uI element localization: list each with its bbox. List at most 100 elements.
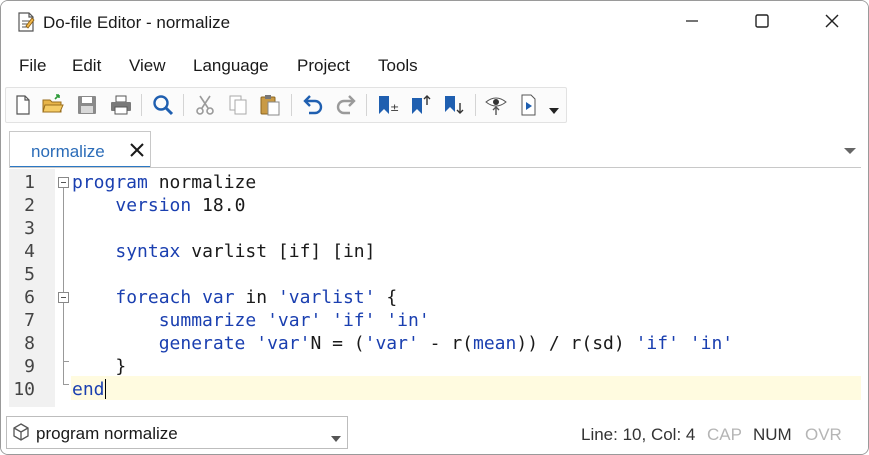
code-line: program normalize: [72, 171, 256, 194]
new-document-icon: [16, 95, 30, 115]
num-lock-indicator: NUM: [753, 425, 792, 444]
menu-edit[interactable]: Edit: [72, 56, 101, 76]
code-text: {: [375, 287, 398, 308]
keyword: version: [115, 195, 192, 216]
new-file-button[interactable]: [11, 93, 35, 117]
scissors-icon: [196, 95, 214, 115]
previous-bookmark-button[interactable]: [409, 93, 433, 117]
undo-button[interactable]: [301, 93, 325, 117]
open-file-button[interactable]: [41, 93, 65, 117]
execute-do-button[interactable]: [518, 93, 542, 117]
macro-string: 'var': [267, 310, 322, 331]
do-file-editor-window: Do-file Editor - normalize File Edit Vie…: [0, 0, 869, 455]
close-icon: [130, 143, 144, 157]
fold-end: [63, 361, 69, 362]
macro-string: 'var': [364, 333, 419, 354]
fold-toggle[interactable]: [58, 292, 69, 303]
cursor-position: Line: 10, Col: 4: [581, 425, 696, 444]
code-line: syntax varlist [if] [in]: [72, 240, 375, 263]
copy-button[interactable]: [226, 93, 250, 117]
chevron-down-icon: [330, 430, 342, 448]
code-text: normalize: [147, 172, 257, 193]
keyword: program: [72, 172, 148, 193]
execute-dropdown-button[interactable]: [542, 93, 559, 117]
printer-icon: [111, 95, 131, 115]
code-editor[interactable]: 1 2 3 4 5 6 7 8 9 10 program normalize v…: [9, 169, 861, 407]
menu-project[interactable]: Project: [297, 56, 350, 76]
fold-toggle[interactable]: [58, 177, 69, 188]
toolbar-separator: [366, 94, 367, 116]
code-line: version 18.0: [72, 194, 245, 217]
line-number: 3: [24, 218, 35, 239]
toolbar-separator: [475, 94, 476, 116]
open-folder-icon: [42, 94, 64, 113]
code-text: - r(: [418, 333, 473, 354]
code-line: generate 'var'N = ('var' - r(mean)) / r(…: [72, 332, 733, 355]
code-text: N = (: [310, 333, 365, 354]
code-text: )) / r(sd): [516, 333, 636, 354]
tab-label: normalize: [31, 142, 105, 161]
keyword: mean: [473, 333, 517, 354]
keyword: end: [72, 379, 105, 400]
overwrite-indicator: OVR: [805, 425, 842, 444]
tab-divider: [9, 167, 861, 168]
redo-button[interactable]: [334, 93, 358, 117]
window-title: Do-file Editor - normalize: [43, 13, 231, 32]
menu-language[interactable]: Language: [193, 56, 269, 76]
line-number: 5: [24, 264, 35, 285]
macro-string: 'if': [635, 333, 679, 354]
cut-button[interactable]: [193, 93, 217, 117]
tab-bar: normalize: [1, 129, 868, 169]
line-number: 6: [24, 287, 35, 308]
code-line: summarize 'var' 'if' 'in': [72, 309, 430, 332]
macro-string: 'in': [689, 333, 734, 354]
fold-end: [63, 384, 69, 385]
toolbar-separator: [141, 94, 142, 116]
minimize-button[interactable]: [669, 1, 715, 45]
keyword: generate: [158, 333, 246, 354]
caps-lock-indicator: CAP: [707, 425, 742, 444]
maximize-button[interactable]: [739, 1, 785, 45]
code-text: }: [115, 356, 127, 377]
toolbar-separator: [183, 94, 184, 116]
code-navigator-dropdown[interactable]: program normalize: [6, 416, 348, 449]
clipboard-icon: [260, 95, 280, 116]
code-text: in: [234, 287, 278, 308]
menu-view[interactable]: View: [129, 56, 166, 76]
macro-string: 'varlist': [277, 287, 376, 308]
menu-bar: File Edit View Language Project Tools: [1, 51, 868, 83]
toolbar: ±: [5, 87, 567, 123]
show-file-in-viewer-button[interactable]: [484, 93, 508, 117]
undo-arrow-icon: [303, 95, 323, 115]
code-text: 18.0: [191, 195, 246, 216]
tab-close-button[interactable]: [128, 141, 146, 159]
find-button[interactable]: [151, 93, 175, 117]
menu-file[interactable]: File: [19, 56, 46, 76]
minimize-icon: [684, 13, 700, 34]
maximize-icon: [754, 13, 770, 34]
fold-guide: [63, 188, 64, 384]
line-number: 4: [24, 241, 35, 262]
save-button[interactable]: [75, 93, 99, 117]
code-text: varlist [if] [in]: [180, 241, 376, 262]
keyword: var: [202, 287, 235, 308]
code-line: }: [72, 355, 126, 378]
paste-button[interactable]: [258, 93, 282, 117]
line-number: 7: [24, 310, 35, 331]
bookmark-up-icon: [412, 95, 431, 114]
cube-icon: [11, 422, 31, 447]
toggle-bookmark-button[interactable]: ±: [376, 93, 400, 117]
print-button[interactable]: [109, 93, 133, 117]
tab-list-dropdown[interactable]: [843, 143, 857, 161]
close-button[interactable]: [809, 1, 855, 45]
redo-arrow-icon: [336, 95, 356, 115]
menu-tools[interactable]: Tools: [378, 56, 418, 76]
eye-icon: [485, 97, 507, 115]
next-bookmark-button[interactable]: [442, 93, 466, 117]
tab-normalize[interactable]: normalize: [9, 131, 151, 168]
keyword: summarize: [158, 310, 257, 331]
